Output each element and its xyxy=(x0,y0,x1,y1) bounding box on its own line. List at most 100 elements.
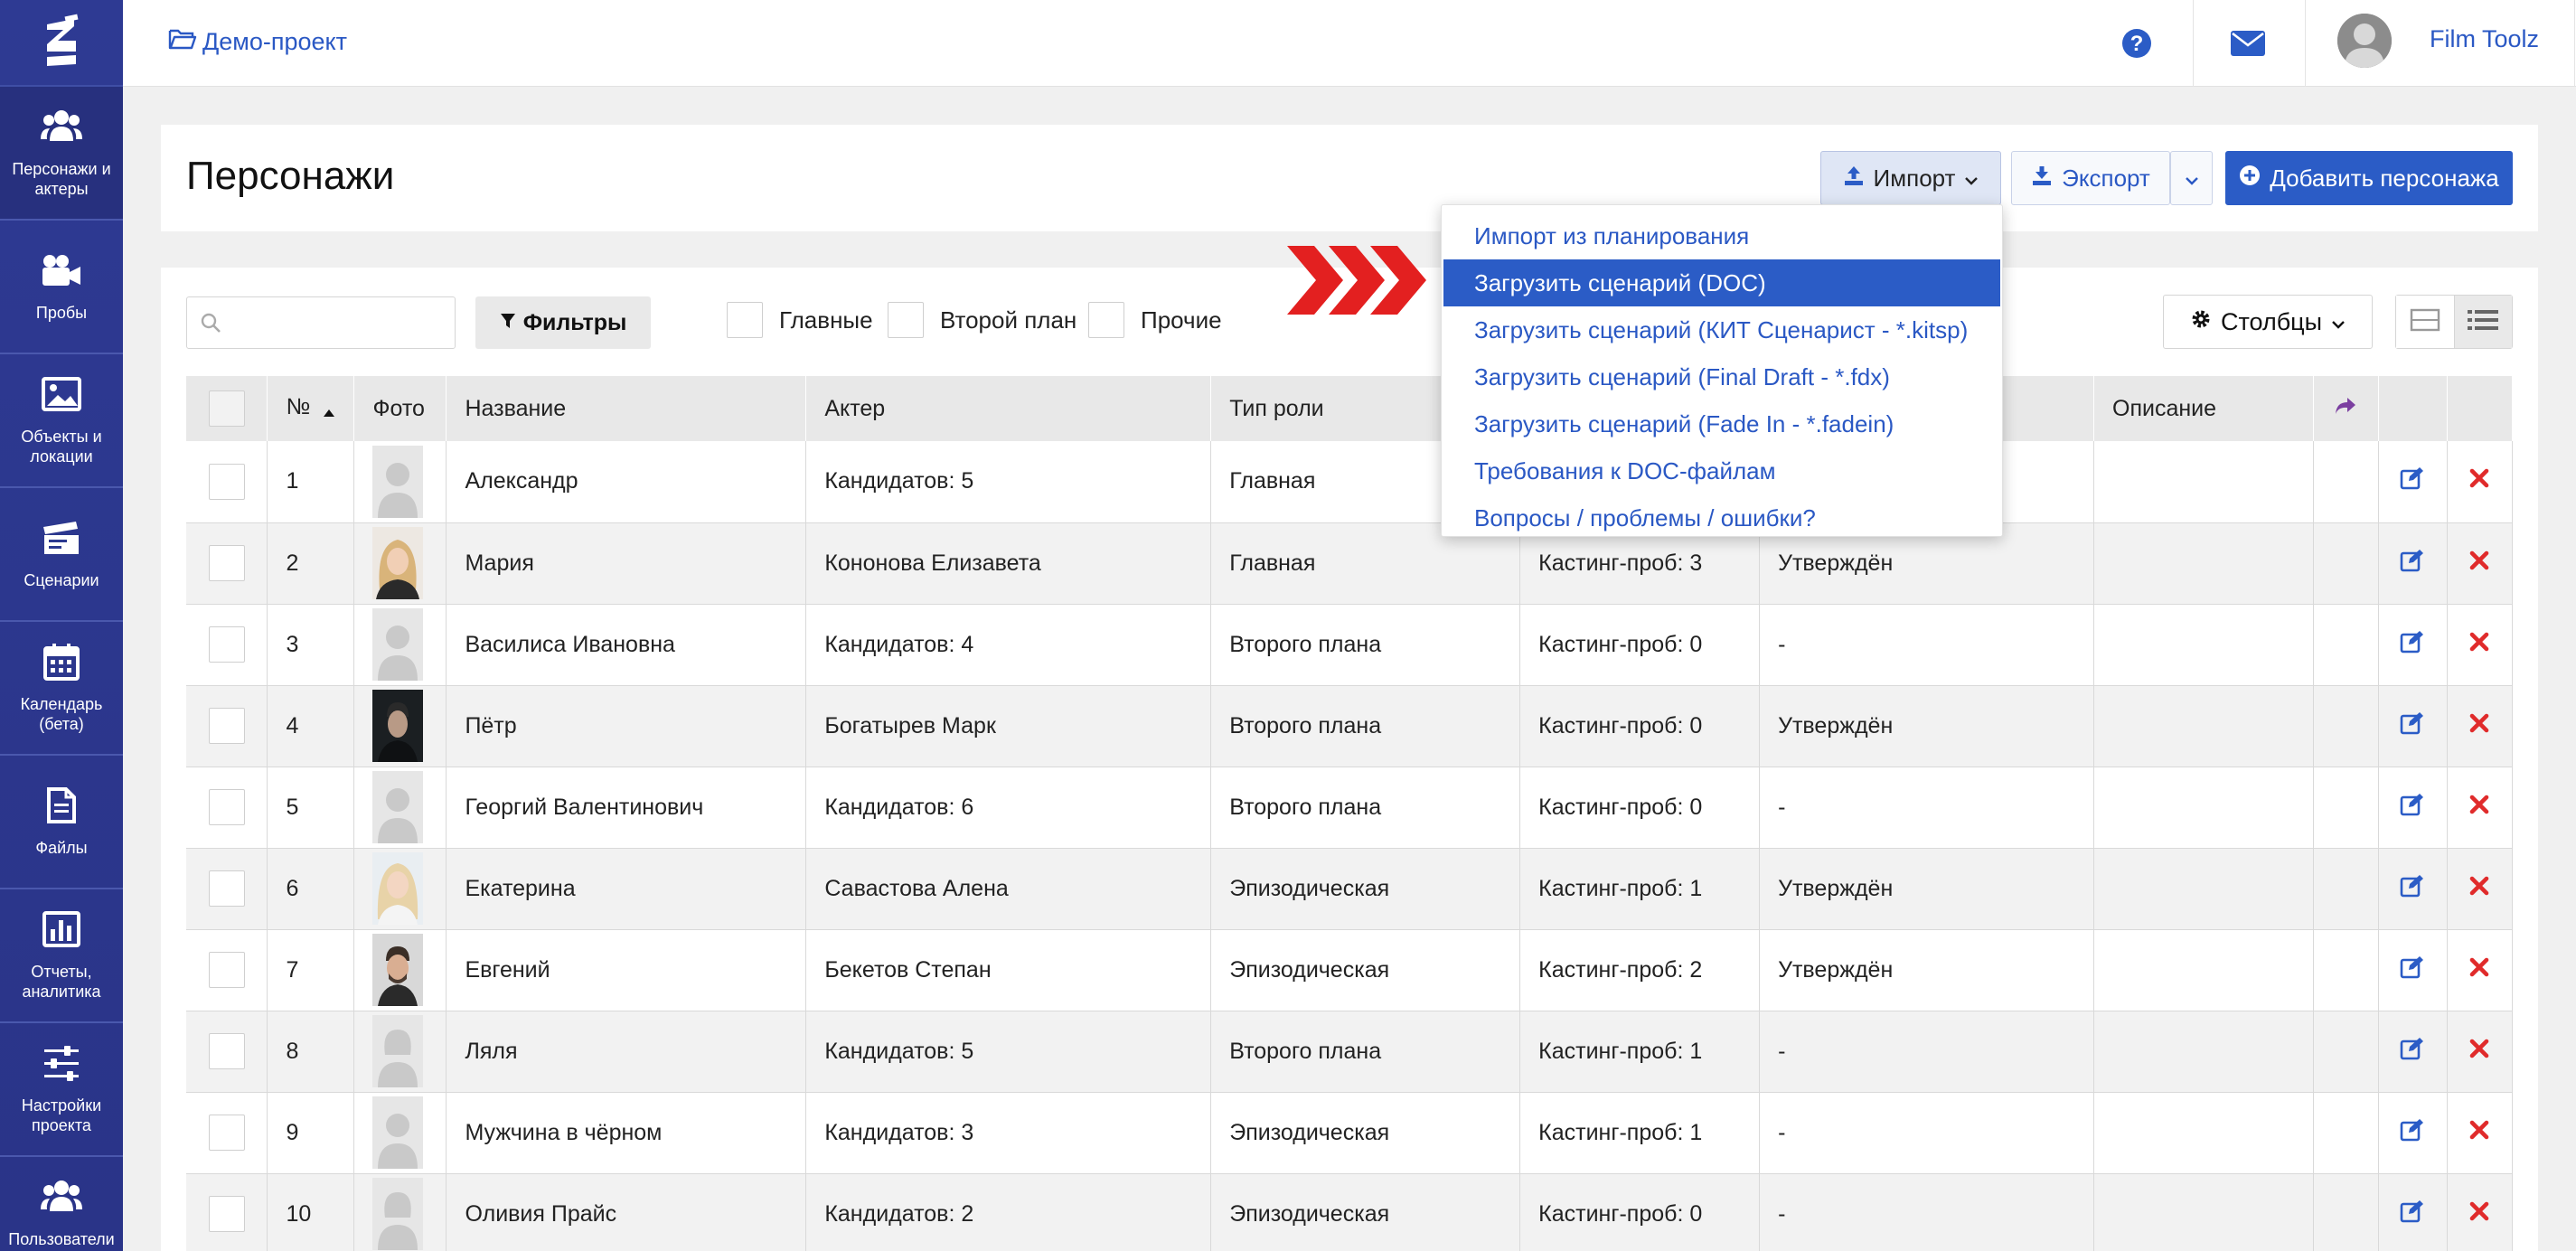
sidebar-item-locations[interactable]: Объекты и локации xyxy=(0,354,123,488)
menu-item-upload-doc[interactable]: Загрузить сценарий (DOC) xyxy=(1443,259,2000,306)
sidebar-item-reports[interactable]: Отчеты, аналитика xyxy=(0,889,123,1023)
table-row[interactable]: 5 Георгий Валентинович Кандидатов: 6 Второг… xyxy=(186,767,2514,849)
table-row[interactable]: 2 Мария Кононова Елизавета Главная Кастинг-п… xyxy=(186,522,2514,605)
checkbox[interactable] xyxy=(208,708,245,744)
edit-icon[interactable] xyxy=(2400,793,2425,822)
menu-item-upload-fadein[interactable]: Загрузить сценарий (Fade In - *.fadein) xyxy=(1442,400,2002,447)
checkbox[interactable] xyxy=(208,789,245,825)
delete-icon[interactable] xyxy=(2469,550,2489,576)
filter-other[interactable]: Прочие xyxy=(1088,302,1222,338)
cell-name[interactable]: Оливия Прайс xyxy=(446,1173,807,1251)
character-photo[interactable] xyxy=(372,934,424,1006)
filters-button[interactable]: Фильтры xyxy=(475,296,651,349)
column-header-num[interactable]: № xyxy=(267,376,355,441)
cell-name[interactable]: Ляля xyxy=(446,1011,807,1093)
project-name[interactable]: Демо-проект xyxy=(202,28,347,56)
sidebar-item-calendar[interactable]: Календарь (бета) xyxy=(0,622,123,756)
table-row[interactable]: 7 Евгений Бекетов Степан Эпизодическая Касти… xyxy=(186,929,2514,1011)
cell-name[interactable]: Екатерина xyxy=(446,848,807,930)
delete-cell[interactable] xyxy=(2447,441,2514,523)
delete-cell[interactable] xyxy=(2447,1092,2514,1174)
cell-photo[interactable] xyxy=(353,441,447,523)
edit-cell[interactable] xyxy=(2378,929,2448,1011)
edit-icon[interactable] xyxy=(2400,1037,2425,1066)
table-row[interactable]: 10 Оливия Прайс Кандидатов: 2 Эпизодическая… xyxy=(186,1173,2514,1251)
sidebar-item-files[interactable]: Файлы xyxy=(0,756,123,889)
add-character-button[interactable]: Добавить персонажа xyxy=(2225,151,2513,205)
character-photo[interactable] xyxy=(372,1015,424,1087)
cell-actor[interactable]: Кандидатов: 2 xyxy=(805,1173,1212,1251)
sidebar-item-users[interactable]: Пользователи и xyxy=(0,1157,123,1251)
delete-icon[interactable] xyxy=(2469,1039,2489,1064)
edit-icon[interactable] xyxy=(2400,549,2425,578)
export-button[interactable]: Экспорт xyxy=(2011,151,2170,205)
row-checkbox-cell[interactable] xyxy=(186,1011,268,1093)
search-input[interactable] xyxy=(186,296,456,349)
cell-actor[interactable]: Кононова Елизавета xyxy=(805,522,1212,605)
edit-cell[interactable] xyxy=(2378,441,2448,523)
cell-name[interactable]: Пётр xyxy=(446,685,807,767)
select-all-cell[interactable] xyxy=(186,376,268,441)
character-photo[interactable] xyxy=(372,1178,424,1250)
cell-actor[interactable]: Кандидатов: 4 xyxy=(805,604,1212,686)
character-photo[interactable] xyxy=(372,608,424,681)
edit-icon[interactable] xyxy=(2400,711,2425,740)
checkbox[interactable] xyxy=(208,1033,245,1069)
edit-cell[interactable] xyxy=(2378,604,2448,686)
cell-actor[interactable]: Кандидатов: 3 xyxy=(805,1092,1212,1174)
checkbox[interactable] xyxy=(1088,302,1124,338)
filter-secondary[interactable]: Второй план xyxy=(888,302,1076,338)
delete-cell[interactable] xyxy=(2447,929,2514,1011)
delete-icon[interactable] xyxy=(2469,713,2489,738)
delete-cell[interactable] xyxy=(2447,767,2514,849)
checkbox[interactable] xyxy=(208,1196,245,1232)
cell-name[interactable]: Евгений xyxy=(446,929,807,1011)
cell-photo[interactable] xyxy=(353,929,447,1011)
cell-photo[interactable] xyxy=(353,1173,447,1251)
cell-name[interactable]: Василиса Ивановна xyxy=(446,604,807,686)
cell-name[interactable]: Мужчина в чёрном xyxy=(446,1092,807,1174)
row-checkbox-cell[interactable] xyxy=(186,1092,268,1174)
column-header-actor[interactable]: Актер xyxy=(805,376,1212,441)
delete-icon[interactable] xyxy=(2469,1120,2489,1145)
checkbox[interactable] xyxy=(208,545,245,581)
table-row[interactable]: 1 Александр Кандидатов: 5 Главная xyxy=(186,441,2514,523)
delete-cell[interactable] xyxy=(2447,1011,2514,1093)
column-header-share[interactable] xyxy=(2313,376,2379,441)
column-header-name[interactable]: Название xyxy=(446,376,807,441)
edit-icon[interactable] xyxy=(2400,874,2425,903)
columns-button[interactable]: Столбцы xyxy=(2163,295,2373,349)
delete-cell[interactable] xyxy=(2447,685,2514,767)
row-checkbox-cell[interactable] xyxy=(186,929,268,1011)
checkbox[interactable] xyxy=(888,302,924,338)
mail-icon[interactable] xyxy=(2216,0,2280,87)
delete-cell[interactable] xyxy=(2447,848,2514,930)
menu-item-upload-fdx[interactable]: Загрузить сценарий (Final Draft - *.fdx) xyxy=(1442,353,2002,400)
cell-photo[interactable] xyxy=(353,522,447,605)
edit-icon[interactable] xyxy=(2400,955,2425,984)
edit-icon[interactable] xyxy=(2400,467,2425,495)
edit-cell[interactable] xyxy=(2378,767,2448,849)
user-name[interactable]: Film Toolz xyxy=(2430,25,2539,53)
column-header-photo[interactable]: Фото xyxy=(353,376,447,441)
row-checkbox-cell[interactable] xyxy=(186,604,268,686)
row-checkbox-cell[interactable] xyxy=(186,1173,268,1251)
table-row[interactable]: 8 Ляля Кандидатов: 5 Второго плана Кастинг-п… xyxy=(186,1011,2514,1093)
checkbox[interactable] xyxy=(208,626,245,663)
delete-cell[interactable] xyxy=(2447,1173,2514,1251)
cell-photo[interactable] xyxy=(353,848,447,930)
row-checkbox-cell[interactable] xyxy=(186,848,268,930)
import-button[interactable]: Импорт xyxy=(1820,151,2001,205)
delete-icon[interactable] xyxy=(2469,1201,2489,1227)
list-view-button[interactable] xyxy=(2454,296,2512,348)
delete-icon[interactable] xyxy=(2469,468,2489,494)
character-photo[interactable] xyxy=(372,690,424,762)
checkbox[interactable] xyxy=(208,952,245,988)
edit-cell[interactable] xyxy=(2378,1173,2448,1251)
cell-actor[interactable]: Богатырев Марк xyxy=(805,685,1212,767)
table-row[interactable]: 4 Пётр Богатырев Марк Второго плана Кастинг-… xyxy=(186,685,2514,767)
cell-name[interactable]: Мария xyxy=(446,522,807,605)
delete-cell[interactable] xyxy=(2447,604,2514,686)
character-photo[interactable] xyxy=(372,445,424,518)
edit-cell[interactable] xyxy=(2378,1011,2448,1093)
